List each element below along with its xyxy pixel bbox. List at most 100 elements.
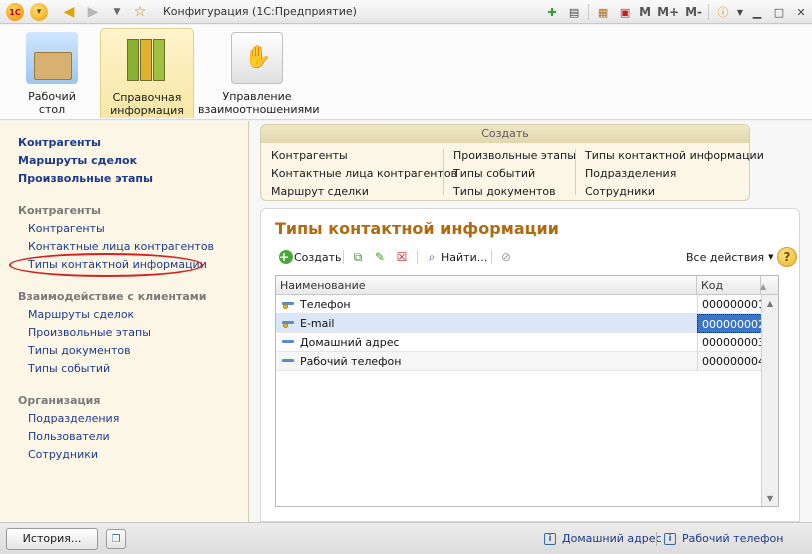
create-link-departments[interactable]: Подразделения bbox=[585, 167, 676, 180]
1c-logo-icon[interactable]: 1С bbox=[6, 3, 24, 21]
vertical-scrollbar[interactable]: ▲ ▼ bbox=[761, 295, 778, 506]
nav-link-counterparties[interactable]: Контрагенты bbox=[18, 136, 101, 149]
minimize-icon[interactable]: ▁ bbox=[746, 2, 768, 22]
nav-item-users[interactable]: Пользователи bbox=[28, 430, 110, 443]
separator bbox=[708, 4, 709, 20]
handshake-icon bbox=[231, 32, 283, 84]
memory-m-button[interactable]: M bbox=[636, 2, 654, 22]
link-icon[interactable]: ▤ bbox=[563, 2, 585, 22]
create-link-document-types[interactable]: Типы документов bbox=[453, 185, 556, 198]
section-relations[interactable]: Управление взаимоотношениями bbox=[198, 28, 320, 118]
nav-item-custom-stages[interactable]: Произвольные этапы bbox=[28, 326, 151, 339]
column-header-code[interactable]: Код bbox=[697, 276, 761, 295]
favorites-star-icon[interactable]: ☆ bbox=[131, 3, 149, 21]
table-row[interactable]: Телефон 000000001 bbox=[276, 295, 765, 314]
row-code: 000000004 bbox=[697, 352, 765, 371]
maximize-icon[interactable]: □ bbox=[768, 2, 790, 22]
create-panel-title: Создать bbox=[261, 125, 749, 143]
separator bbox=[343, 250, 344, 264]
close-icon[interactable]: ✕ bbox=[790, 2, 812, 22]
delete-mark-icon[interactable]: ☒ bbox=[393, 248, 411, 266]
memory-minus-button[interactable]: M- bbox=[682, 2, 705, 22]
back-arrow-icon[interactable]: ◀ bbox=[60, 3, 78, 21]
all-actions-button[interactable]: Все действия ▼ bbox=[686, 248, 773, 266]
status-link-home-address[interactable]: i Домашний адрес bbox=[544, 532, 662, 545]
scroll-down-icon[interactable]: ▼ bbox=[762, 490, 778, 506]
column-header-name[interactable]: Наименование bbox=[276, 276, 697, 295]
nav-item-contact-persons[interactable]: Контактные лица контрагентов bbox=[28, 240, 214, 253]
nav-item-document-types[interactable]: Типы документов bbox=[28, 344, 131, 357]
add-to-favorites-icon[interactable]: ✚ bbox=[541, 2, 563, 22]
history-dropdown-icon[interactable]: ▼ bbox=[108, 3, 126, 21]
red-annotation-circle bbox=[9, 253, 203, 277]
find-button[interactable]: Найти... bbox=[441, 248, 487, 266]
row-name: Телефон bbox=[300, 298, 351, 311]
memory-plus-button[interactable]: M+ bbox=[654, 2, 682, 22]
nav-link-custom-stages[interactable]: Произвольные этапы bbox=[18, 172, 153, 185]
separator bbox=[575, 149, 576, 195]
create-link-contact-info-types[interactable]: Типы контактной информации bbox=[585, 149, 764, 162]
calendar-icon[interactable]: ▣ bbox=[614, 2, 636, 22]
scroll-up-icon[interactable]: ▲ bbox=[762, 295, 778, 311]
nav-item-deal-routes[interactable]: Маршруты сделок bbox=[28, 308, 134, 321]
status-link-label: Рабочий телефон bbox=[682, 532, 784, 545]
status-bar: История... ❐ i Домашний адрес i Рабочий … bbox=[0, 522, 812, 554]
row-name: E-mail bbox=[300, 317, 335, 330]
nav-item-counterparties[interactable]: Контрагенты bbox=[28, 222, 105, 235]
section-desktop[interactable]: Рабочий стол bbox=[14, 28, 90, 118]
nav-item-event-types[interactable]: Типы событий bbox=[28, 362, 110, 375]
nav-link-deal-routes[interactable]: Маршруты сделок bbox=[18, 154, 137, 167]
create-button[interactable]: Создать bbox=[294, 248, 342, 266]
window-list-icon[interactable]: ❐ bbox=[106, 529, 126, 549]
item-icon bbox=[282, 319, 294, 328]
sort-indicator-icon: ▲ bbox=[760, 282, 767, 291]
separator bbox=[656, 532, 657, 546]
copy-icon[interactable]: ⧉ bbox=[349, 248, 367, 266]
info-icon: i bbox=[664, 532, 676, 545]
create-plus-icon[interactable]: + bbox=[277, 248, 295, 266]
nav-item-departments[interactable]: Подразделения bbox=[28, 412, 119, 425]
section-reference-label: Справочная информация bbox=[110, 91, 184, 117]
table-row-selected[interactable]: E-mail 000000002 bbox=[276, 314, 765, 333]
status-link-work-phone[interactable]: i Рабочий телефон bbox=[664, 532, 783, 545]
calculator-icon[interactable]: ▦ bbox=[592, 2, 614, 22]
workspace: Создать Контрагенты Контактные лица конт… bbox=[250, 121, 812, 522]
info-icon[interactable]: ⓘ bbox=[712, 2, 734, 22]
history-button[interactable]: История... bbox=[6, 528, 98, 550]
info-icon: i bbox=[544, 532, 556, 545]
nav-item-employees[interactable]: Сотрудники bbox=[28, 448, 98, 461]
find-magnifier-icon[interactable]: ⌕ bbox=[423, 248, 441, 266]
binders-icon bbox=[121, 33, 173, 85]
main-menu-button[interactable]: ▾ bbox=[30, 3, 48, 21]
create-actions-panel: Создать Контрагенты Контактные лица конт… bbox=[260, 124, 764, 201]
create-link-custom-stages[interactable]: Произвольные этапы bbox=[453, 149, 576, 162]
help-button[interactable]: ? bbox=[777, 247, 797, 267]
items-table: Наименование Код ▲ Телефон 000000001 E-m… bbox=[275, 275, 779, 507]
section-desktop-label: Рабочий стол bbox=[28, 90, 76, 116]
create-link-employees[interactable]: Сотрудники bbox=[585, 185, 655, 198]
title-bar: 1С ▾ ◀ ▶ ▼ ☆ Конфигурация (1С:Предприяти… bbox=[0, 0, 812, 24]
desktop-icon bbox=[26, 32, 78, 84]
item-icon bbox=[282, 338, 294, 346]
section-reference[interactable]: Справочная информация bbox=[100, 28, 194, 118]
all-actions-label: Все действия bbox=[686, 250, 765, 264]
create-link-event-types[interactable]: Типы событий bbox=[453, 167, 535, 180]
create-link-contact-persons[interactable]: Контактные лица контрагентов bbox=[271, 167, 457, 180]
chevron-down-icon[interactable]: ▼ bbox=[734, 2, 746, 22]
separator bbox=[443, 149, 444, 195]
row-code: 000000001 bbox=[697, 295, 765, 314]
create-link-counterparties[interactable]: Контрагенты bbox=[271, 149, 348, 162]
create-link-deal-route[interactable]: Маршрут сделки bbox=[271, 185, 369, 198]
navigation-panel: Контрагенты Маршруты сделок Произвольные… bbox=[0, 121, 249, 522]
forward-arrow-icon[interactable]: ▶ bbox=[84, 3, 102, 21]
status-link-label: Домашний адрес bbox=[562, 532, 662, 545]
table-row[interactable]: Рабочий телефон 000000004 bbox=[276, 352, 765, 371]
row-name: Рабочий телефон bbox=[300, 355, 402, 368]
cancel-search-icon[interactable]: ⊘ bbox=[497, 248, 515, 266]
group-header-counterparties: Контрагенты bbox=[18, 204, 101, 217]
separator bbox=[417, 250, 418, 264]
table-row[interactable]: Домашний адрес 000000003 bbox=[276, 333, 765, 352]
sections-panel: Рабочий стол Справочная информация Управ… bbox=[0, 25, 812, 120]
form-title: Типы контактной информации bbox=[275, 219, 559, 238]
edit-pencil-icon[interactable]: ✎ bbox=[371, 248, 389, 266]
